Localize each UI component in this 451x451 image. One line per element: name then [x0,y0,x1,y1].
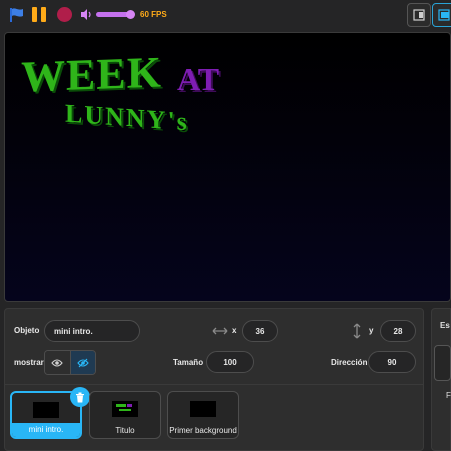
title-thumbnail-art [116,404,132,411]
large-stage-icon [438,9,450,21]
x-arrows-icon [212,327,228,335]
eye-slash-icon [77,358,89,367]
title-week: WEEK [21,47,162,102]
stage-thumbnail[interactable] [434,345,451,381]
stage-panel-sublabel: F [446,391,451,400]
show-button[interactable] [45,351,71,374]
sprite-thumbnail [112,401,138,417]
trash-icon [76,392,84,402]
y-input[interactable]: 28 [380,320,416,342]
sprite-name: Primer background [169,426,237,435]
small-stage-layout-button[interactable] [407,3,431,27]
panel-divider [5,384,423,385]
stage-panel-label: Es [440,321,450,330]
stage-canvas[interactable]: WEEK AT LUNNY's [4,32,451,302]
small-stage-icon [413,9,425,21]
sprite-name: mini intro. [12,423,80,437]
x-label: x [232,326,237,335]
title-lunny: LUNNY's [65,98,189,137]
sprite-tile[interactable]: Primer background [167,391,239,439]
large-stage-layout-button[interactable] [432,3,451,27]
sprite-thumbnail [190,401,216,417]
editor-root: 60 FPS WEEK AT LUNNY's Objeto mini intro… [0,0,451,451]
object-label: Objeto [14,326,40,335]
show-label: mostrar [14,358,44,367]
pause-button[interactable] [32,7,48,23]
x-input[interactable]: 36 [242,320,278,342]
size-input[interactable]: 100 [206,351,254,373]
volume-icon[interactable] [80,8,93,21]
sprite-thumbnail [33,402,59,418]
direction-input[interactable]: 90 [368,351,416,373]
stop-button[interactable] [57,7,72,22]
y-label: y [369,326,374,335]
eye-icon [51,358,63,367]
green-flag-icon[interactable] [9,7,25,23]
sprite-tile[interactable]: Titulo [89,391,161,439]
size-label: Tamaño [173,358,204,367]
direction-label: Dirección [331,358,368,367]
sprite-name: Titulo [115,426,135,435]
title-at: AT [177,61,220,97]
hide-button[interactable] [70,351,95,374]
volume-slider-handle[interactable] [126,10,135,19]
object-name-field[interactable]: mini intro. [44,320,140,342]
top-toolbar: 60 FPS [0,0,451,30]
fps-counter: 60 FPS [140,10,167,19]
visibility-toggle [44,350,96,375]
volume-slider-track[interactable] [96,12,130,17]
delete-sprite-button[interactable] [70,387,90,407]
y-arrows-icon [353,323,361,339]
